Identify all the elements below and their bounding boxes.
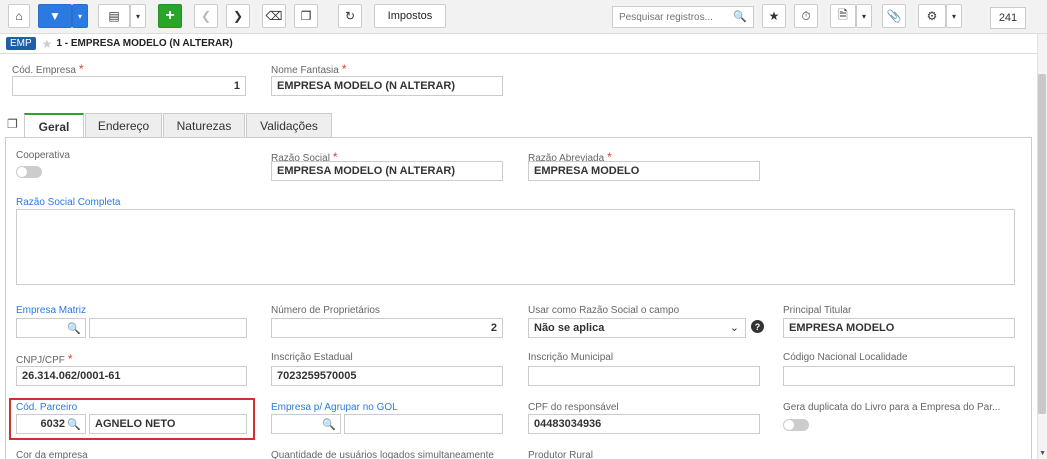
empresa-agrupar-label[interactable]: Empresa p/ Agrupar no GOL <box>271 402 398 413</box>
search-box: 🔍 <box>612 6 754 28</box>
filter-button[interactable]: ▼ <box>38 4 72 28</box>
chevron-down-icon: ▾ <box>861 11 866 21</box>
nome-fantasia-field[interactable]: EMPRESA MODELO (N ALTERAR) <box>271 76 503 96</box>
paperclip-icon: 📎 <box>886 9 902 23</box>
toolbar: ⌂ ▼ ▾ ▤ ▾ + ❮ ❯ ⌫ ❐ ↻ Impostos 🔍 ★ ⏱ 🗎 ▾… <box>0 0 1047 34</box>
codigo-nacional-label: Código Nacional Localidade <box>783 352 908 363</box>
empresa-matriz-name-field[interactable] <box>89 318 247 338</box>
scrollbar[interactable]: ▼ <box>1037 34 1047 459</box>
usar-razao-select[interactable]: Não se aplica ⌄ <box>528 318 746 338</box>
module-badge: EMP <box>6 37 36 50</box>
document-button[interactable]: 🗎 <box>830 4 856 28</box>
gera-duplicata-label: Gera duplicata do Livro para a Empresa d… <box>783 402 1001 413</box>
cod-empresa-field[interactable]: 1 <box>12 76 246 96</box>
scrollbar-thumb[interactable] <box>1038 74 1046 414</box>
inscricao-municipal-field[interactable] <box>528 366 760 386</box>
grid-icon: ▤ <box>108 9 120 23</box>
chevron-down-icon: ⌄ <box>729 322 739 334</box>
settings-dropdown-button[interactable]: ▾ <box>946 4 962 28</box>
impostos-button[interactable]: Impostos <box>374 4 446 28</box>
scroll-down-icon[interactable]: ▼ <box>1039 450 1046 457</box>
chevron-down-icon: ▾ <box>135 11 140 21</box>
cooperativa-label: Cooperativa <box>16 150 70 161</box>
document-icon: 🗎 <box>838 7 848 22</box>
empresa-matriz-label[interactable]: Empresa Matriz <box>16 305 86 316</box>
empresa-agrupar-name-field[interactable] <box>344 414 503 434</box>
breadcrumb: EMP ★ 1 - EMPRESA MODELO (N ALTERAR) <box>0 34 1047 54</box>
inscricao-estadual-field[interactable]: 7023259570005 <box>271 366 503 386</box>
tab-validacoes[interactable]: Validações <box>246 113 332 138</box>
filter-icon: ▼ <box>49 9 61 23</box>
copy-button[interactable]: ❐ <box>294 4 318 28</box>
cpf-responsavel-field[interactable]: 04483034936 <box>528 414 760 434</box>
principal-titular-label: Principal Titular <box>783 305 852 316</box>
copy-icon: ❐ <box>300 9 312 23</box>
tab-endereco[interactable]: Endereço <box>85 113 162 138</box>
next-button[interactable]: ❯ <box>226 4 250 28</box>
add-button[interactable]: + <box>158 4 182 28</box>
search-icon[interactable]: 🔍 <box>733 10 747 23</box>
refresh-icon: ↻ <box>344 9 356 23</box>
razao-social-completa-textarea[interactable] <box>16 209 1015 285</box>
settings-button[interactable]: ⚙ <box>918 4 946 28</box>
document-dropdown-button[interactable]: ▾ <box>856 4 872 28</box>
cod-parceiro-highlight <box>9 398 255 440</box>
razao-social-completa-label[interactable]: Razão Social Completa <box>16 197 121 208</box>
view-dropdown-button[interactable]: ▾ <box>130 4 146 28</box>
empresa-matriz-code-field[interactable]: 🔍 <box>16 318 86 338</box>
copy-icon[interactable]: ❐ <box>7 117 18 131</box>
previous-button[interactable]: ❮ <box>194 4 218 28</box>
record-count: 241 <box>990 7 1026 29</box>
impostos-label: Impostos <box>387 10 433 22</box>
star-icon: ★ <box>768 9 780 23</box>
usar-razao-label: Usar como Razão Social o campo <box>528 305 680 316</box>
cooperativa-toggle[interactable] <box>16 166 42 178</box>
cod-empresa-label: Cód. Empresa * <box>12 62 84 76</box>
inscricao-municipal-label: Inscrição Municipal <box>528 352 614 363</box>
plus-icon: + <box>165 7 175 24</box>
search-icon[interactable]: 🔍 <box>322 418 336 431</box>
inscricao-estadual-label: Inscrição Estadual <box>271 352 353 363</box>
empresa-agrupar-code-field[interactable]: 🔍 <box>271 414 341 434</box>
gear-icon: ⚙ <box>926 9 938 23</box>
cnpj-label: CNPJ/CPF * <box>16 352 73 366</box>
tab-bar: ❐ Geral Endereço Naturezas Validações <box>0 113 1047 139</box>
grid-view-button[interactable]: ▤ <box>98 4 130 28</box>
delete-button[interactable]: ⌫ <box>262 4 286 28</box>
produtor-rural-label: Produtor Rural <box>528 450 594 459</box>
search-input[interactable] <box>619 11 729 23</box>
home-icon: ⌂ <box>15 9 23 23</box>
page-title: 1 - EMPRESA MODELO (N ALTERAR) <box>56 38 233 49</box>
razao-social-field[interactable]: EMPRESA MODELO (N ALTERAR) <box>271 161 503 181</box>
chevron-down-icon: ▾ <box>77 11 82 21</box>
tab-naturezas[interactable]: Naturezas <box>163 113 245 138</box>
codigo-nacional-field[interactable] <box>783 366 1015 386</box>
chevron-left-icon: ❮ <box>200 9 212 23</box>
num-proprietarios-field[interactable]: 2 <box>271 318 503 338</box>
qtd-usuarios-label: Quantidade de usuários logados simultane… <box>271 450 494 459</box>
home-button[interactable]: ⌂ <box>8 4 30 28</box>
cor-empresa-label: Cor da empresa <box>16 450 88 459</box>
help-icon[interactable]: ? <box>751 320 764 333</box>
favorite-button[interactable]: ★ <box>762 4 786 28</box>
cnpj-field[interactable]: 26.314.062/0001-61 <box>16 366 247 386</box>
nome-fantasia-label: Nome Fantasia * <box>271 62 347 76</box>
chevron-down-icon: ▾ <box>951 11 956 21</box>
star-icon[interactable]: ★ <box>42 37 53 51</box>
tab-geral[interactable]: Geral <box>24 113 84 139</box>
attachment-button[interactable]: 📎 <box>882 4 906 28</box>
filter-dropdown-button[interactable]: ▾ <box>72 4 88 28</box>
refresh-button[interactable]: ↻ <box>338 4 362 28</box>
trash-icon: ⌫ <box>265 9 283 23</box>
gera-duplicata-toggle[interactable] <box>783 419 809 431</box>
razao-abreviada-field[interactable]: EMPRESA MODELO <box>528 161 760 181</box>
search-icon[interactable]: 🔍 <box>67 322 81 335</box>
cpf-responsavel-label: CPF do responsável <box>528 402 619 413</box>
stopwatch-icon: ⏱ <box>801 8 811 23</box>
principal-titular-field[interactable]: EMPRESA MODELO <box>783 318 1015 338</box>
num-proprietarios-label: Número de Proprietários <box>271 305 380 316</box>
chevron-right-icon: ❯ <box>232 9 244 23</box>
timer-button[interactable]: ⏱ <box>794 4 818 28</box>
